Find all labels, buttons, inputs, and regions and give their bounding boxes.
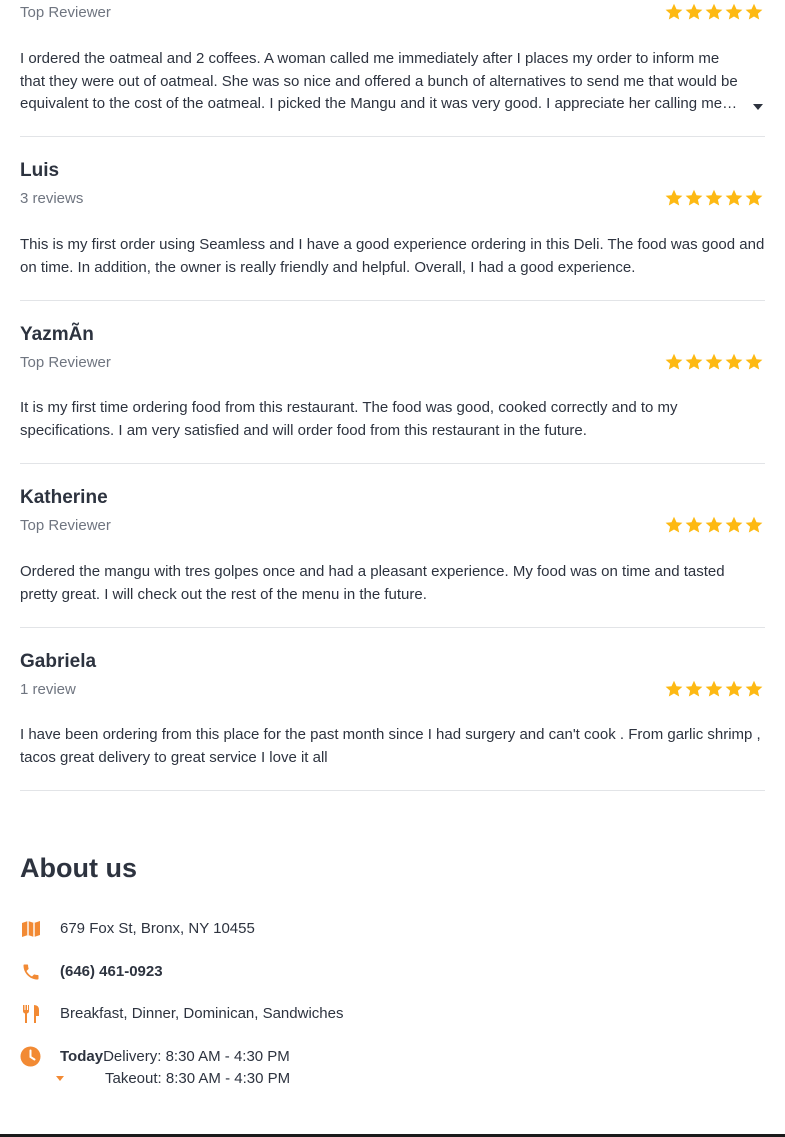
- review-card: Gabriela 1 review I have been ordering f…: [20, 628, 765, 791]
- review-text: I ordered the oatmeal and 2 coffees. A w…: [20, 50, 738, 113]
- star-icon: [665, 353, 683, 370]
- clock-icon: [20, 1046, 41, 1067]
- star-icon: [745, 189, 763, 206]
- delivery-hours: Delivery: 8:30 AM - 4:30 PM: [103, 1048, 290, 1065]
- review-card: Top Reviewer I ordered the oatmeal and 2…: [20, 0, 765, 137]
- star-icon: [705, 680, 723, 697]
- address-text: 679 Fox St, Bronx, NY 10455: [60, 920, 255, 937]
- cuisines-row: Breakfast, Dinner, Dominican, Sandwiches: [20, 1003, 343, 1024]
- phone-link[interactable]: (646) 461-0923: [60, 963, 163, 980]
- star-icon: [725, 680, 743, 697]
- star-icon: [705, 353, 723, 370]
- star-rating: [665, 353, 763, 371]
- star-icon: [685, 189, 703, 206]
- reviewer-subtitle: Top Reviewer: [20, 4, 111, 21]
- star-icon: [685, 680, 703, 697]
- review-card: YazmÃn Top Reviewer It is my first time …: [20, 301, 765, 464]
- reviewer-subtitle: Top Reviewer: [20, 517, 111, 534]
- utensils-icon: [20, 1003, 41, 1024]
- reviewer-name: Gabriela: [20, 651, 97, 672]
- expand-review-caret-icon[interactable]: [753, 104, 763, 110]
- star-icon: [745, 3, 763, 20]
- review-text: It is my first time ordering food from t…: [20, 399, 678, 439]
- about-us-heading: About us: [20, 853, 137, 883]
- review-card: Katherine Top Reviewer Ordered the mangu…: [20, 464, 765, 628]
- star-icon: [725, 3, 743, 20]
- cuisines-text: Breakfast, Dinner, Dominican, Sandwiches: [60, 1005, 344, 1022]
- star-icon: [685, 3, 703, 20]
- today-label: Today: [60, 1048, 104, 1065]
- review-text: I have been ordering from this place for…: [20, 726, 761, 766]
- star-rating: [665, 516, 763, 534]
- hours-toggle-caret-icon[interactable]: [56, 1076, 64, 1081]
- star-icon: [725, 353, 743, 370]
- review-card: Luis 3 reviews This is my first order us…: [20, 137, 765, 301]
- review-text: This is my first order using Seamless an…: [20, 236, 765, 276]
- star-icon: [725, 189, 743, 206]
- reviewer-subtitle: 3 reviews: [20, 190, 84, 207]
- map-icon: [20, 918, 41, 939]
- star-icon: [745, 353, 763, 370]
- star-icon: [685, 516, 703, 533]
- star-icon: [665, 516, 683, 533]
- phone-row: (646) 461-0923: [20, 961, 163, 982]
- star-icon: [745, 516, 763, 533]
- reviewer-subtitle: 1 review: [20, 681, 76, 698]
- review-text: Ordered the mangu with tres golpes once …: [20, 563, 725, 603]
- star-icon: [705, 516, 723, 533]
- reviewer-subtitle: Top Reviewer: [20, 354, 111, 371]
- star-icon: [665, 3, 683, 20]
- reviewer-name: Katherine: [20, 487, 108, 508]
- address-row: 679 Fox St, Bronx, NY 10455: [20, 918, 255, 939]
- reviewer-name: YazmÃn: [20, 324, 94, 345]
- star-rating: [665, 680, 763, 698]
- star-icon: [725, 516, 743, 533]
- takeout-hours: Takeout: 8:30 AM - 4:30 PM: [105, 1070, 291, 1087]
- star-icon: [685, 353, 703, 370]
- star-rating: [665, 189, 763, 207]
- star-rating: [665, 3, 763, 21]
- star-icon: [745, 680, 763, 697]
- star-icon: [705, 3, 723, 20]
- reviewer-name: Luis: [20, 160, 60, 181]
- star-icon: [665, 189, 683, 206]
- phone-icon: [20, 961, 41, 982]
- hours-delivery: TodayDelivery: 8:30 AM - 4:30 PM: [60, 1048, 290, 1065]
- star-icon: [665, 680, 683, 697]
- star-icon: [705, 189, 723, 206]
- hours-row: TodayDelivery: 8:30 AM - 4:30 PM: [20, 1046, 290, 1067]
